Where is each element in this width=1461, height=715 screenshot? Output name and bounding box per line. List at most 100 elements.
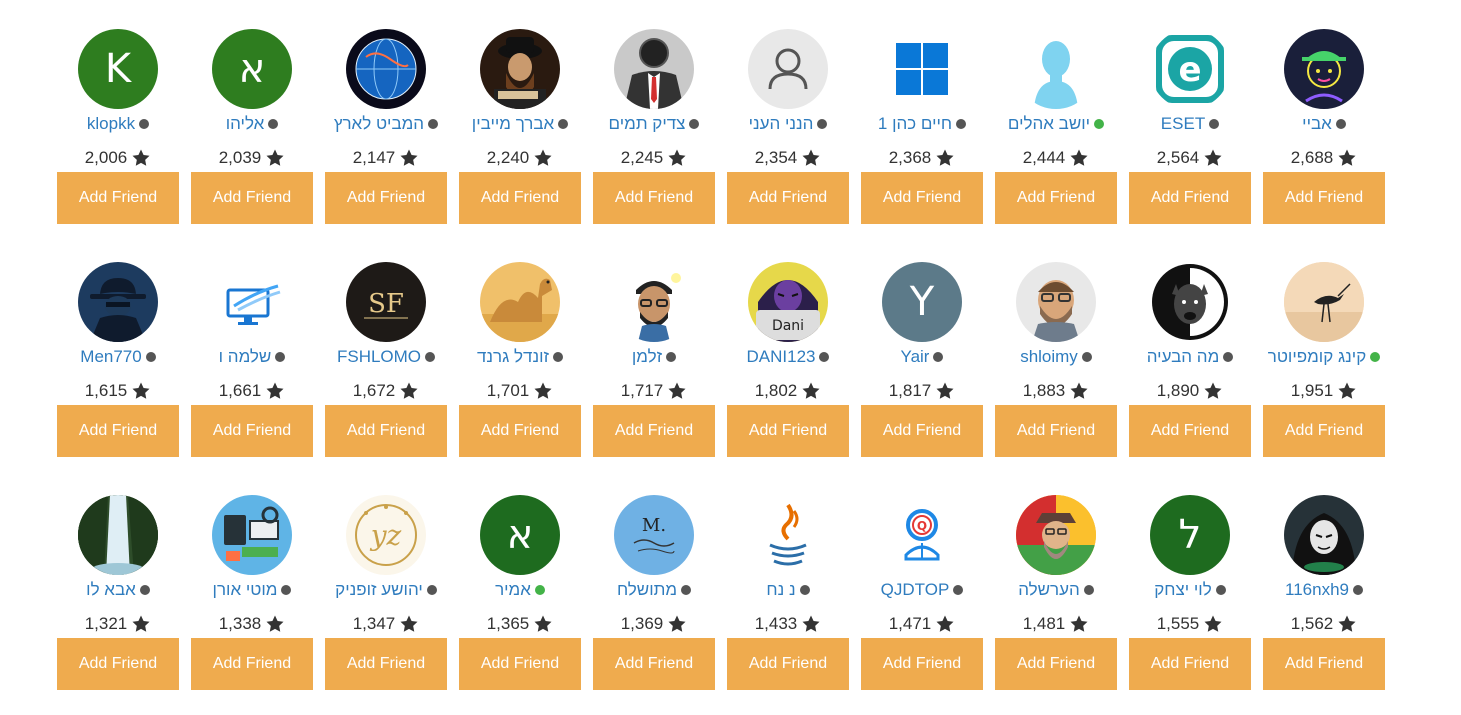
user-name-link[interactable]: אברך מייבין — [472, 114, 554, 134]
user-name-link[interactable]: המביט לארץ — [334, 114, 424, 134]
avatar[interactable] — [1284, 262, 1364, 342]
avatar[interactable]: Y — [882, 262, 962, 342]
avatar[interactable] — [614, 29, 694, 109]
user-name-link[interactable]: הנני העני — [749, 114, 814, 134]
user-name-link[interactable]: 116nxh9 — [1285, 580, 1349, 600]
add-friend-button[interactable]: Add Friend — [1263, 405, 1385, 457]
user-name-link[interactable]: זונדל גרנד — [477, 347, 549, 367]
user-name-link[interactable]: אביי — [1302, 114, 1332, 134]
user-name-link[interactable]: הערשלה — [1018, 580, 1080, 600]
avatar[interactable]: א — [212, 29, 292, 109]
user-name-link[interactable]: אבא לו — [86, 580, 136, 600]
user-name-link[interactable]: זלמן — [632, 347, 662, 367]
add-friend-button[interactable]: Add Friend — [459, 638, 581, 690]
star-icon — [1069, 148, 1089, 168]
avatar[interactable] — [614, 262, 694, 342]
user-name-link[interactable]: לוי יצחק — [1154, 580, 1211, 600]
user-name-link[interactable]: Yair — [901, 347, 930, 367]
add-friend-button[interactable]: Add Friend — [727, 405, 849, 457]
user-name-link[interactable]: מה הבעיה — [1147, 347, 1220, 367]
add-friend-button[interactable]: Add Friend — [593, 172, 715, 224]
reputation-score: 1,890 — [1156, 381, 1200, 400]
user-name-link[interactable]: נ נח — [766, 580, 795, 600]
avatar[interactable] — [1016, 29, 1096, 109]
avatar[interactable]: e — [1150, 29, 1230, 109]
add-friend-button[interactable]: Add Friend — [593, 405, 715, 457]
avatar[interactable] — [748, 495, 828, 575]
add-friend-button[interactable]: Add Friend — [727, 172, 849, 224]
add-friend-button[interactable]: Add Friend — [191, 172, 313, 224]
add-friend-button[interactable]: Add Friend — [1263, 172, 1385, 224]
user-name-link[interactable]: אמיר — [495, 580, 531, 600]
avatar[interactable] — [212, 495, 292, 575]
user-name-link[interactable]: FSHLOMO — [337, 347, 421, 367]
avatar[interactable] — [78, 495, 158, 575]
user-card: אבא לו 1,321 Add Friend — [57, 495, 179, 715]
avatar[interactable] — [346, 29, 426, 109]
add-friend-button[interactable]: Add Friend — [861, 172, 983, 224]
avatar[interactable] — [1150, 262, 1230, 342]
user-name-link[interactable]: צדיק תמים — [609, 114, 686, 134]
user-name-link[interactable]: מוטי אורן — [213, 580, 278, 600]
user-name-link[interactable]: חיים כהן 1 — [878, 114, 952, 134]
avatar[interactable]: ל — [1150, 495, 1230, 575]
add-friend-button[interactable]: Add Friend — [459, 405, 581, 457]
user-name-link[interactable]: יושב אהלים — [1008, 114, 1090, 134]
user-name-link[interactable]: klopkk — [87, 114, 135, 134]
avatar[interactable] — [1284, 495, 1364, 575]
add-friend-button[interactable]: Add Friend — [861, 638, 983, 690]
add-friend-button[interactable]: Add Friend — [325, 405, 447, 457]
avatar[interactable]: SF — [346, 262, 426, 342]
add-friend-button[interactable]: Add Friend — [325, 172, 447, 224]
user-name-link[interactable]: QJDTOP — [881, 580, 950, 600]
avatar[interactable] — [882, 29, 962, 109]
user-name-row: 116nxh9 — [1263, 579, 1385, 601]
avatar[interactable] — [748, 29, 828, 109]
add-friend-button[interactable]: Add Friend — [1129, 172, 1251, 224]
offline-status-dot — [817, 119, 828, 129]
avatar[interactable]: K — [78, 29, 158, 109]
avatar[interactable]: א — [480, 495, 560, 575]
star-icon — [667, 614, 687, 634]
add-friend-button[interactable]: Add Friend — [325, 638, 447, 690]
avatar[interactable] — [480, 29, 560, 109]
user-card: M. מתושלח 1,369 Add Friend — [593, 495, 715, 715]
avatar[interactable] — [1016, 495, 1096, 575]
avatar[interactable] — [78, 262, 158, 342]
add-friend-button[interactable]: Add Friend — [995, 638, 1117, 690]
add-friend-button[interactable]: Add Friend — [995, 172, 1117, 224]
user-name-link[interactable]: shloimy — [1020, 347, 1078, 367]
user-name-link[interactable]: יהושע זופניק — [335, 580, 423, 600]
add-friend-button[interactable]: Add Friend — [1263, 638, 1385, 690]
star-icon — [399, 148, 419, 168]
avatar[interactable] — [1016, 262, 1096, 342]
user-name-link[interactable]: Men770 — [80, 347, 141, 367]
add-friend-button[interactable]: Add Friend — [191, 638, 313, 690]
add-friend-button[interactable]: Add Friend — [861, 405, 983, 457]
add-friend-button[interactable]: Add Friend — [57, 405, 179, 457]
add-friend-button[interactable]: Add Friend — [57, 638, 179, 690]
avatar[interactable]: Dani — [748, 262, 828, 342]
avatar[interactable]: Q — [882, 495, 962, 575]
user-card: הערשלה 1,481 Add Friend — [995, 495, 1117, 715]
add-friend-button[interactable]: Add Friend — [593, 638, 715, 690]
add-friend-button[interactable]: Add Friend — [1129, 638, 1251, 690]
add-friend-button[interactable]: Add Friend — [57, 172, 179, 224]
avatar[interactable] — [1284, 29, 1364, 109]
add-friend-button[interactable]: Add Friend — [995, 405, 1117, 457]
star-icon — [935, 148, 955, 168]
avatar[interactable] — [212, 262, 292, 342]
user-name-link[interactable]: מתושלח — [617, 580, 677, 600]
add-friend-button[interactable]: Add Friend — [191, 405, 313, 457]
user-name-link[interactable]: DANI123 — [747, 347, 816, 367]
user-name-link[interactable]: קינג קומפיוטר — [1268, 347, 1366, 367]
avatar[interactable] — [480, 262, 560, 342]
user-name-link[interactable]: אליהו — [226, 114, 265, 134]
user-name-link[interactable]: ESET — [1161, 114, 1205, 134]
add-friend-button[interactable]: Add Friend — [1129, 405, 1251, 457]
avatar[interactable]: yz — [346, 495, 426, 575]
user-name-link[interactable]: שלמה ו — [219, 347, 272, 367]
add-friend-button[interactable]: Add Friend — [727, 638, 849, 690]
avatar[interactable]: M. — [614, 495, 694, 575]
add-friend-button[interactable]: Add Friend — [459, 172, 581, 224]
